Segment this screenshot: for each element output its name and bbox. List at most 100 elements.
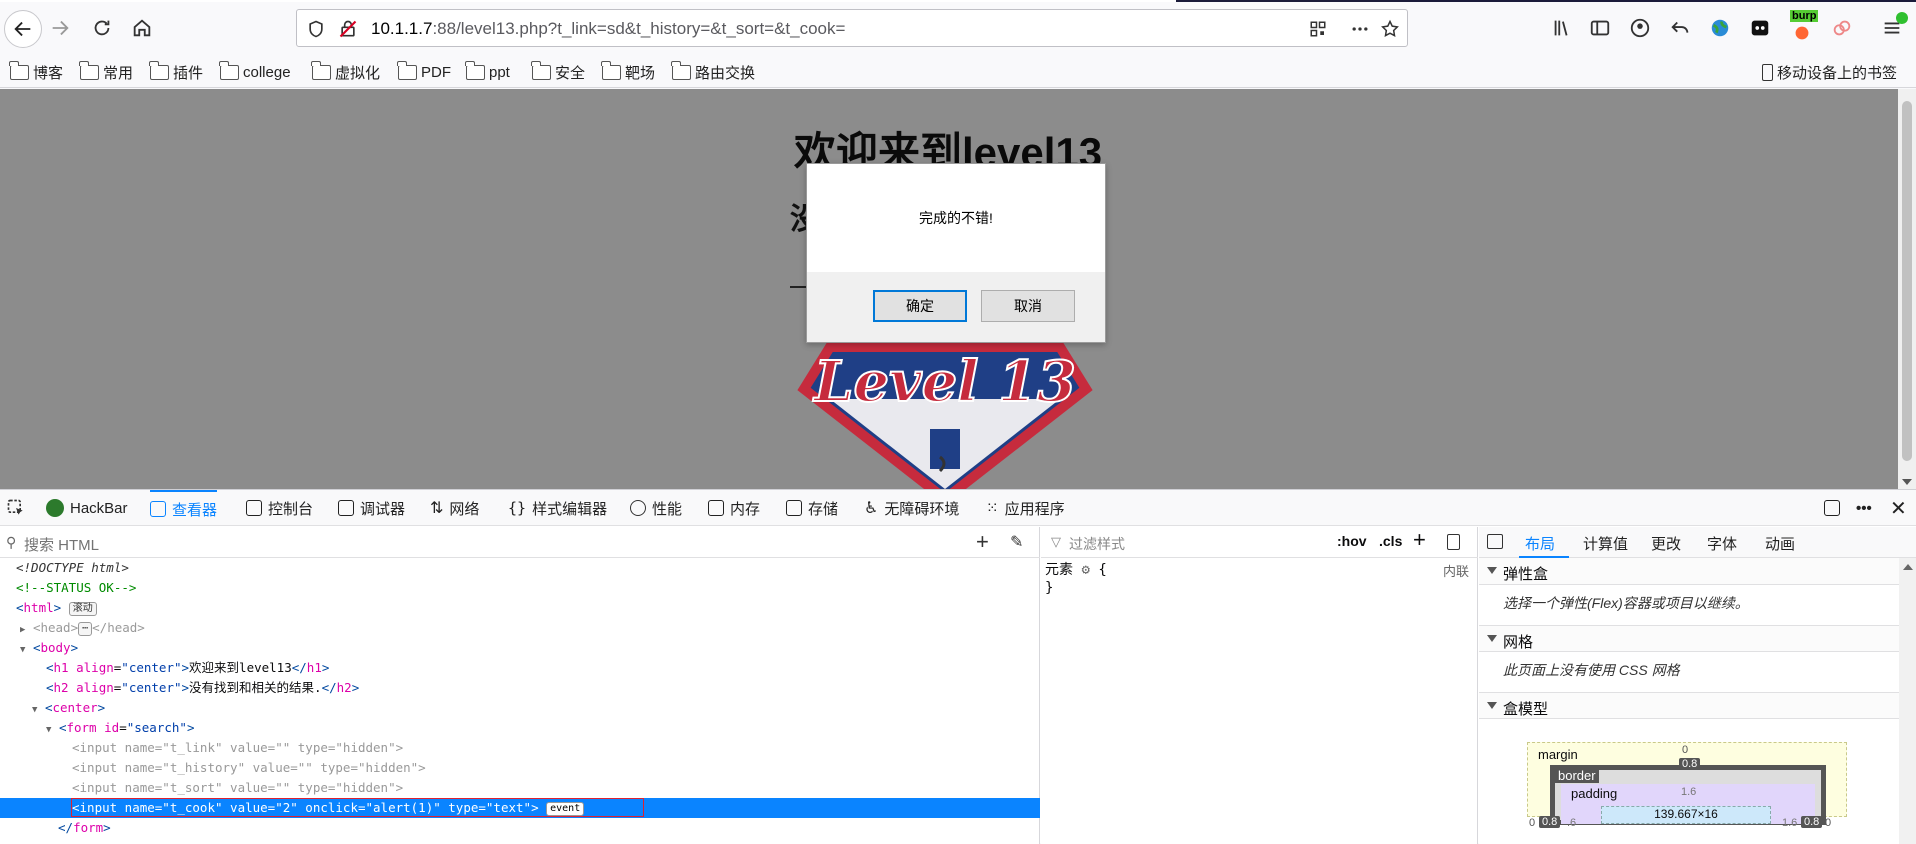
tab-computed[interactable]: 计算值: [1583, 533, 1628, 554]
margin-top-value[interactable]: 0: [1682, 744, 1688, 756]
forward-button[interactable]: [44, 12, 76, 44]
tree-node-body[interactable]: ▼ <body>: [0, 638, 1040, 658]
collapse-arrow-icon[interactable]: ▼: [20, 645, 25, 655]
scroll-up-icon[interactable]: [1903, 564, 1913, 570]
eyedropper-icon[interactable]: ✎: [1010, 532, 1023, 552]
event-badge[interactable]: event: [546, 801, 585, 816]
tree-node-h1[interactable]: <h1 align="center">欢迎来到level13</h1>: [0, 658, 1040, 678]
tree-node-input-sort[interactable]: <input name="t_sort" value="" type="hidd…: [0, 778, 1040, 798]
tab-memory[interactable]: 内存: [708, 490, 760, 526]
cancel-button[interactable]: 取消: [981, 290, 1075, 322]
left-padding-value[interactable]: .6: [1567, 817, 1576, 829]
tree-node-form[interactable]: ▼ <form id="search">: [0, 718, 1040, 738]
right-margin-value[interactable]: 0: [1825, 817, 1831, 829]
layout-scrollbar[interactable]: [1899, 558, 1916, 844]
hov-toggle[interactable]: :hov: [1337, 533, 1367, 549]
border-value[interactable]: 0.8: [1679, 758, 1701, 770]
tab-changes[interactable]: 更改: [1651, 533, 1681, 554]
collapse-arrow-icon[interactable]: ▼: [32, 705, 37, 715]
left-border-value[interactable]: 0.8: [1539, 816, 1561, 828]
page-scrollbar[interactable]: [1898, 89, 1916, 489]
bookmark-folder[interactable]: PDF: [397, 60, 451, 83]
left-margin-value[interactable]: 0: [1529, 817, 1535, 829]
collapse-arrow-icon[interactable]: ▼: [46, 725, 51, 735]
burp-extension-button[interactable]: burp: [1786, 10, 1819, 44]
bookmark-folder[interactable]: 虚拟化: [311, 60, 380, 83]
style-filter-bar[interactable]: ▽ 过滤样式 :hov .cls +: [1041, 527, 1478, 558]
tab-inspector[interactable]: 查看器: [150, 490, 218, 526]
tab-storage[interactable]: 存储: [786, 490, 838, 526]
bookmark-folder[interactable]: 靶场: [601, 60, 655, 83]
url-text[interactable]: 10.1.1.7:88/level13.php?t_link=sd&t_hist…: [371, 19, 845, 39]
cls-toggle[interactable]: .cls: [1379, 533, 1402, 549]
tab-performance[interactable]: 性能: [630, 490, 682, 526]
tab-hackbar[interactable]: HackBar: [46, 490, 128, 526]
toggle-sidebar-icon[interactable]: [1487, 534, 1503, 549]
element-picker-button[interactable]: [6, 490, 26, 526]
shield-icon[interactable]: [305, 18, 327, 40]
tab-debugger[interactable]: 调试器: [338, 490, 405, 526]
ok-button[interactable]: 确定: [873, 290, 967, 322]
padding-value[interactable]: 1.6: [1681, 786, 1696, 798]
tab-network[interactable]: ⇅ 网络: [430, 490, 479, 526]
bookmark-folder[interactable]: 安全: [531, 60, 585, 83]
gear-icon[interactable]: ⚙: [1081, 562, 1089, 578]
tab-accessibility[interactable]: ♿ 无障碍环境: [864, 490, 959, 526]
reload-button[interactable]: [86, 12, 118, 44]
tab-style-editor[interactable]: {} 样式编辑器: [508, 490, 607, 526]
stylesheet-icon[interactable]: [1447, 534, 1460, 550]
tree-node-head[interactable]: ▶ <head> ⋯ </head>: [0, 618, 1040, 638]
library-button[interactable]: [1546, 12, 1578, 44]
tree-node-h2[interactable]: <h2 align="center">没有找到和相关的结果.</h2>: [0, 678, 1040, 698]
scroll-down-icon[interactable]: [1902, 479, 1912, 485]
boxmodel-section-header[interactable]: 盒模型: [1479, 692, 1899, 719]
expand-arrow-icon[interactable]: ▶: [20, 625, 25, 635]
right-border-value[interactable]: 0.8: [1801, 816, 1823, 828]
devtools-menu-button[interactable]: •••: [1856, 490, 1872, 526]
bookmark-folder[interactable]: college: [219, 60, 291, 83]
undo-extension-button[interactable]: [1664, 12, 1696, 44]
scrollbar-thumb[interactable]: [1902, 101, 1912, 461]
bookmark-folder[interactable]: 路由交换: [671, 60, 755, 83]
page-actions-icon[interactable]: [1349, 18, 1371, 40]
tree-node-input-cook[interactable]: <input name="t_cook" value="2" onclick="…: [0, 798, 1040, 818]
tab-layout[interactable]: 布局: [1525, 533, 1555, 554]
tree-node-comment[interactable]: <!--STATUS OK-->: [0, 578, 1040, 598]
back-button[interactable]: [4, 10, 42, 48]
grid-section-header[interactable]: 网格: [1479, 625, 1899, 652]
scroll-badge[interactable]: 滚动: [68, 601, 97, 616]
add-rule-icon[interactable]: +: [1413, 527, 1426, 553]
tree-node-input-link[interactable]: <input name="t_link" value="" type="hidd…: [0, 738, 1040, 758]
html-search-bar[interactable]: ⚲ 搜索 HTML + ✎: [0, 527, 1040, 558]
home-button[interactable]: [126, 12, 158, 44]
sidebar-button[interactable]: [1584, 12, 1616, 44]
bookmark-folder[interactable]: 常用: [79, 60, 133, 83]
bookmark-folder[interactable]: 插件: [149, 60, 203, 83]
add-node-icon[interactable]: +: [976, 529, 989, 555]
tree-node-doctype[interactable]: <!DOCTYPE html>: [0, 558, 1040, 578]
link-extension-button[interactable]: [1826, 12, 1858, 44]
content-size[interactable]: 139.667×16: [1654, 807, 1718, 821]
insecure-lock-icon[interactable]: [337, 18, 359, 40]
tree-node-center[interactable]: ▼ <center>: [0, 698, 1040, 718]
element-rule[interactable]: 元素 ⚙ { }: [1045, 561, 1107, 597]
tab-animations[interactable]: 动画: [1765, 533, 1795, 554]
address-bar[interactable]: 10.1.1.7:88/level13.php?t_link=sd&t_hist…: [296, 9, 1408, 47]
bookmark-folder[interactable]: ppt: [465, 60, 510, 83]
rule-source[interactable]: 内联: [1443, 561, 1469, 580]
account-button[interactable]: [1624, 12, 1656, 44]
tree-node-input-history[interactable]: <input name="t_history" value="" type="h…: [0, 758, 1040, 778]
dock-options-button[interactable]: [1824, 490, 1840, 526]
tab-application[interactable]: ⁙ 应用程序: [986, 490, 1065, 526]
collapsed-badge[interactable]: ⋯: [78, 621, 93, 636]
bookmark-folder[interactable]: 博客: [9, 60, 63, 83]
tree-node-form-close[interactable]: </form>: [0, 818, 1040, 838]
bookmark-star-icon[interactable]: [1379, 18, 1401, 40]
close-devtools-button[interactable]: ✕: [1890, 490, 1907, 526]
mobile-bookmarks[interactable]: 移动设备上的书签: [1762, 61, 1897, 83]
tab-console[interactable]: 控制台: [246, 490, 313, 526]
mask-extension-button[interactable]: [1744, 12, 1776, 44]
tree-node-html[interactable]: <html> 滚动: [0, 598, 1040, 618]
right-padding-value[interactable]: 1.6: [1782, 817, 1797, 829]
tab-fonts[interactable]: 字体: [1707, 533, 1737, 554]
